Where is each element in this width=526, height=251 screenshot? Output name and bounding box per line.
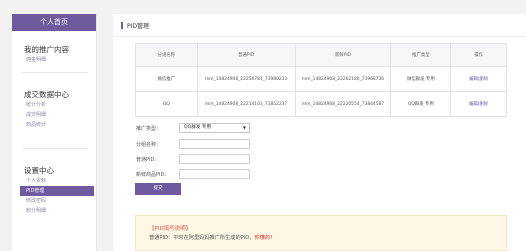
type-select-value: QQ群发 专用 — [184, 125, 212, 130]
cell-actions: 编辑|删除 — [450, 91, 507, 117]
group-deals: 成交数据中心 统计分析 成交明细 商品统计 — [12, 90, 96, 130]
sidebar-item-profile[interactable]: 个人资料 — [12, 176, 96, 186]
col-header-new-pid: 新鲜PID — [294, 43, 392, 67]
group-title-settings: 设置中心 — [24, 166, 54, 175]
pid-table: 分组名称 普通PID 新鲜PID 推广类型 操作 微信推广 mm_1482490… — [135, 43, 507, 117]
group-name-input[interactable] — [179, 139, 250, 149]
home-link[interactable]: 个人首页 — [12, 14, 96, 31]
group-promo: 我的推广内容 佣金明细 — [12, 45, 96, 65]
cell-group: 微信推广 — [135, 66, 198, 92]
delete-link[interactable]: 删除 — [479, 102, 488, 107]
divider — [113, 36, 526, 37]
edit-link[interactable]: 编辑 — [469, 102, 478, 107]
cell-pid: mm_14824908_22256781_73980233 — [196, 66, 296, 92]
sidebar-item-stats[interactable]: 统计分析 — [12, 100, 96, 110]
pid-instructions: 【PID填写说明】 普通PID：平时在阿里妈妈推广所生成的PID，你懂的！ — [135, 215, 507, 251]
cell-group: QQ — [135, 91, 198, 117]
col-header-pid: 普通PID — [196, 43, 296, 67]
new-pid-input[interactable] — [179, 169, 250, 179]
table-header-row: 分组名称 普通PID 新鲜PID 推广类型 操作 — [135, 43, 507, 67]
table-row: 微信推广 mm_14824908_22256781_73980233 mm_14… — [135, 66, 507, 92]
group-title-promo: 我的推广内容 — [24, 45, 69, 54]
pid-input[interactable] — [179, 154, 250, 164]
sidebar-item-commission[interactable]: 佣金明细 — [12, 55, 96, 65]
cell-type: 微信群发 专用 — [390, 66, 452, 92]
notice-text-body: 普通PID：平时在阿里妈妈推广所生成的PID， — [149, 235, 255, 241]
divider — [22, 148, 88, 149]
notice-text: 普通PID：平时在阿里妈妈推广所生成的PID，你懂的！ — [149, 234, 275, 241]
title-accent — [121, 22, 123, 29]
sidebar-item-pid-manage[interactable]: PID管理 — [20, 186, 94, 196]
col-header-group: 分组名称 — [135, 43, 198, 67]
col-header-type: 推广类型 — [390, 43, 452, 67]
chevron-down-icon: ▼ — [242, 125, 246, 130]
delete-link[interactable]: 删除 — [479, 77, 488, 82]
sidebar-item-points[interactable]: 积分明细 — [12, 206, 96, 216]
divider — [22, 72, 88, 73]
new-pid-label: 新鲜商品PID： — [136, 172, 170, 178]
sidebar-item-goods-stats[interactable]: 商品统计 — [12, 120, 96, 130]
cell-type: QQ群发 专用 — [390, 91, 452, 117]
group-settings: 设置中心 个人资料 PID管理 修改密码 积分明细 — [12, 166, 96, 216]
cell-pid: mm_14824908_22214103_73852237 — [196, 91, 296, 117]
notice-title: 【PID填写说明】 — [149, 226, 192, 232]
notice-highlight: 你懂的！ — [254, 235, 276, 241]
cell-new-pid: mm_14824908_22220554_73844587 — [294, 91, 392, 117]
sidebar-item-deal-detail[interactable]: 成交明细 — [12, 110, 96, 120]
sidebar: 个人首页 我的推广内容 佣金明细 成交数据中心 统计分析 成交明细 商品统计 设… — [12, 14, 97, 251]
pid-label: 普通PID： — [136, 157, 160, 163]
type-label: 推广类型： — [136, 126, 162, 132]
page-title-text: PID管理 — [127, 23, 150, 30]
group-name-label: 分组名称： — [136, 142, 162, 148]
table-row: QQ mm_14824908_22214103_73852237 mm_1482… — [135, 91, 507, 117]
col-header-actions: 操作 — [450, 43, 507, 67]
type-select[interactable]: QQ群发 专用 ▼ — [179, 123, 250, 133]
group-title-deals: 成交数据中心 — [24, 90, 69, 99]
cell-new-pid: mm_14824908_22262180_73968736 — [294, 66, 392, 92]
sidebar-item-change-password[interactable]: 修改密码 — [12, 196, 96, 206]
cell-actions: 编辑|删除 — [450, 66, 507, 92]
submit-button[interactable]: 提交 — [135, 183, 181, 195]
edit-link[interactable]: 编辑 — [469, 77, 478, 82]
page-title: PID管理 — [121, 21, 149, 30]
